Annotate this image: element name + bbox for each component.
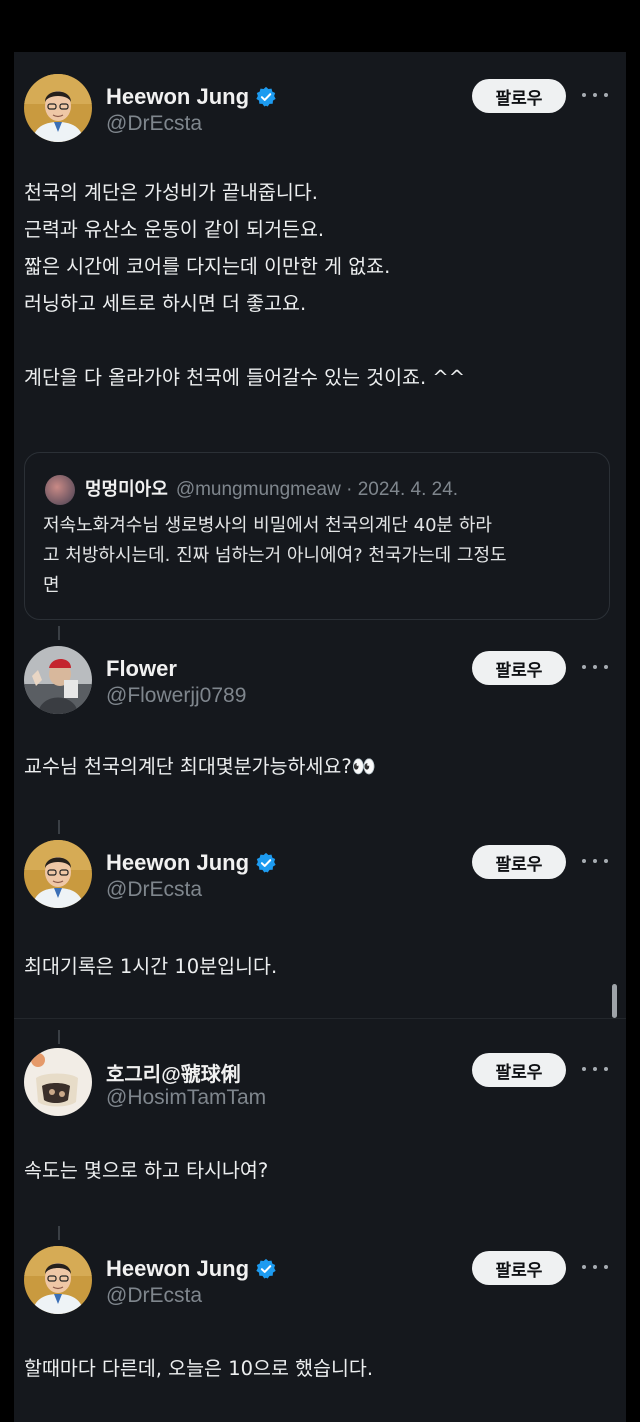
verified-badge-icon — [256, 1258, 276, 1279]
follow-button[interactable]: 팔로우 — [472, 79, 566, 113]
follow-button[interactable]: 팔로우 — [472, 651, 566, 685]
user-handle[interactable]: @DrEcsta — [106, 112, 202, 136]
thread-connector — [58, 1226, 60, 1240]
user-handle[interactable]: @DrEcsta — [106, 1284, 202, 1308]
more-options-icon[interactable] — [582, 88, 608, 102]
quote-text: 저속노화겨수님 생로병사의 비밀에서 천국의계단 40분 하라 고 처방하시는데… — [43, 515, 507, 596]
avatar[interactable] — [24, 1246, 92, 1314]
post-text: 할때마다 다른데, 오늘은 10으로 했습니다. — [24, 1357, 374, 1380]
quote-display-name: 멍멍미아오 — [85, 479, 168, 500]
more-options-icon[interactable] — [582, 660, 608, 674]
display-name[interactable]: Heewon Jung — [106, 1256, 249, 1282]
name-row: 호그리@虢球俐 — [106, 1058, 241, 1087]
post-text: 천국의 계단은 가성비가 끝내줍니다. 근력과 유산소 운동이 같이 되거든요.… — [24, 181, 466, 389]
divider — [14, 1018, 626, 1019]
follow-button[interactable]: 팔로우 — [472, 845, 566, 879]
timeline[interactable]: Heewon Jung @DrEcsta 팔로우 천국의 계단은 가성비가 끝내… — [14, 52, 626, 1422]
scrollbar[interactable] — [612, 984, 617, 1018]
display-name[interactable]: Heewon Jung — [106, 850, 249, 876]
thread-connector — [58, 626, 60, 640]
name-row: Heewon Jung — [106, 84, 277, 110]
user-handle[interactable]: @Flowerjj0789 — [106, 684, 246, 708]
quote-handle-date: @mungmungmeaw · 2024. 4. 24. — [175, 479, 459, 500]
avatar[interactable] — [24, 840, 92, 908]
follow-button[interactable]: 팔로우 — [472, 1251, 566, 1285]
name-row: Flower — [106, 656, 177, 682]
more-options-icon[interactable] — [582, 1260, 608, 1274]
verified-badge-icon — [256, 86, 276, 107]
quote-avatar — [45, 475, 75, 505]
display-name[interactable]: Flower — [106, 656, 177, 682]
verified-badge-icon — [256, 852, 276, 873]
display-name[interactable]: 호그리@虢球俐 — [106, 1058, 241, 1087]
thread-connector — [58, 1030, 60, 1044]
thread-connector — [58, 820, 60, 834]
follow-button[interactable]: 팔로우 — [472, 1053, 566, 1087]
avatar[interactable] — [24, 646, 92, 714]
user-handle[interactable]: @DrEcsta — [106, 878, 202, 902]
quote-header: 멍멍미아오 @mungmungmeaw · 2024. 4. 24. — [85, 475, 458, 501]
post-text: 속도는 몇으로 하고 타시나여? — [24, 1159, 269, 1182]
more-options-icon[interactable] — [582, 854, 608, 868]
name-row: Heewon Jung — [106, 850, 277, 876]
avatar[interactable] — [24, 1048, 92, 1116]
avatar[interactable] — [24, 74, 92, 142]
display-name[interactable]: Heewon Jung — [106, 84, 249, 110]
more-options-icon[interactable] — [582, 1062, 608, 1076]
name-row: Heewon Jung — [106, 1256, 277, 1282]
quoted-post[interactable]: 멍멍미아오 @mungmungmeaw · 2024. 4. 24. 저속노화겨… — [24, 452, 610, 620]
user-handle[interactable]: @HosimTamTam — [106, 1086, 266, 1110]
post-text: 최대기록은 1시간 10분입니다. — [24, 955, 278, 978]
post-text: 교수님 천국의계단 최대몇분가능하세요?👀 — [24, 755, 377, 778]
